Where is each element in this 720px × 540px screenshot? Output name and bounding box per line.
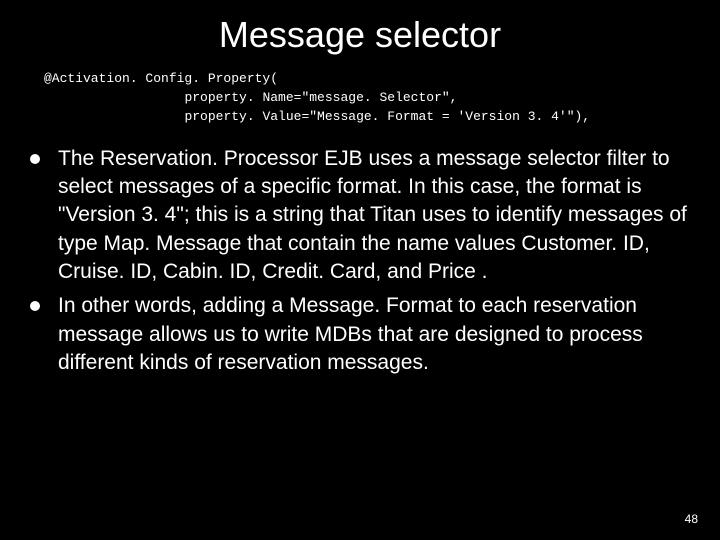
slide-title: Message selector — [0, 0, 720, 64]
code-block: @Activation. Config. Property( property.… — [44, 70, 720, 127]
code-line-3: property. Value="Message. Format = 'Vers… — [184, 109, 590, 124]
bullet-text: The Reservation. Processor EJB uses a me… — [58, 145, 696, 287]
bullet-list: The Reservation. Processor EJB uses a me… — [0, 145, 720, 378]
bullet-text: In other words, adding a Message. Format… — [58, 292, 696, 377]
slide: Message selector @Activation. Config. Pr… — [0, 0, 720, 540]
list-item: In other words, adding a Message. Format… — [30, 292, 696, 377]
bullet-icon — [30, 301, 40, 311]
code-line-2: property. Name="message. Selector", — [184, 90, 457, 105]
code-line-1: @Activation. Config. Property( — [44, 71, 278, 86]
page-number: 48 — [685, 512, 698, 526]
list-item: The Reservation. Processor EJB uses a me… — [30, 145, 696, 287]
bullet-icon — [30, 154, 40, 164]
